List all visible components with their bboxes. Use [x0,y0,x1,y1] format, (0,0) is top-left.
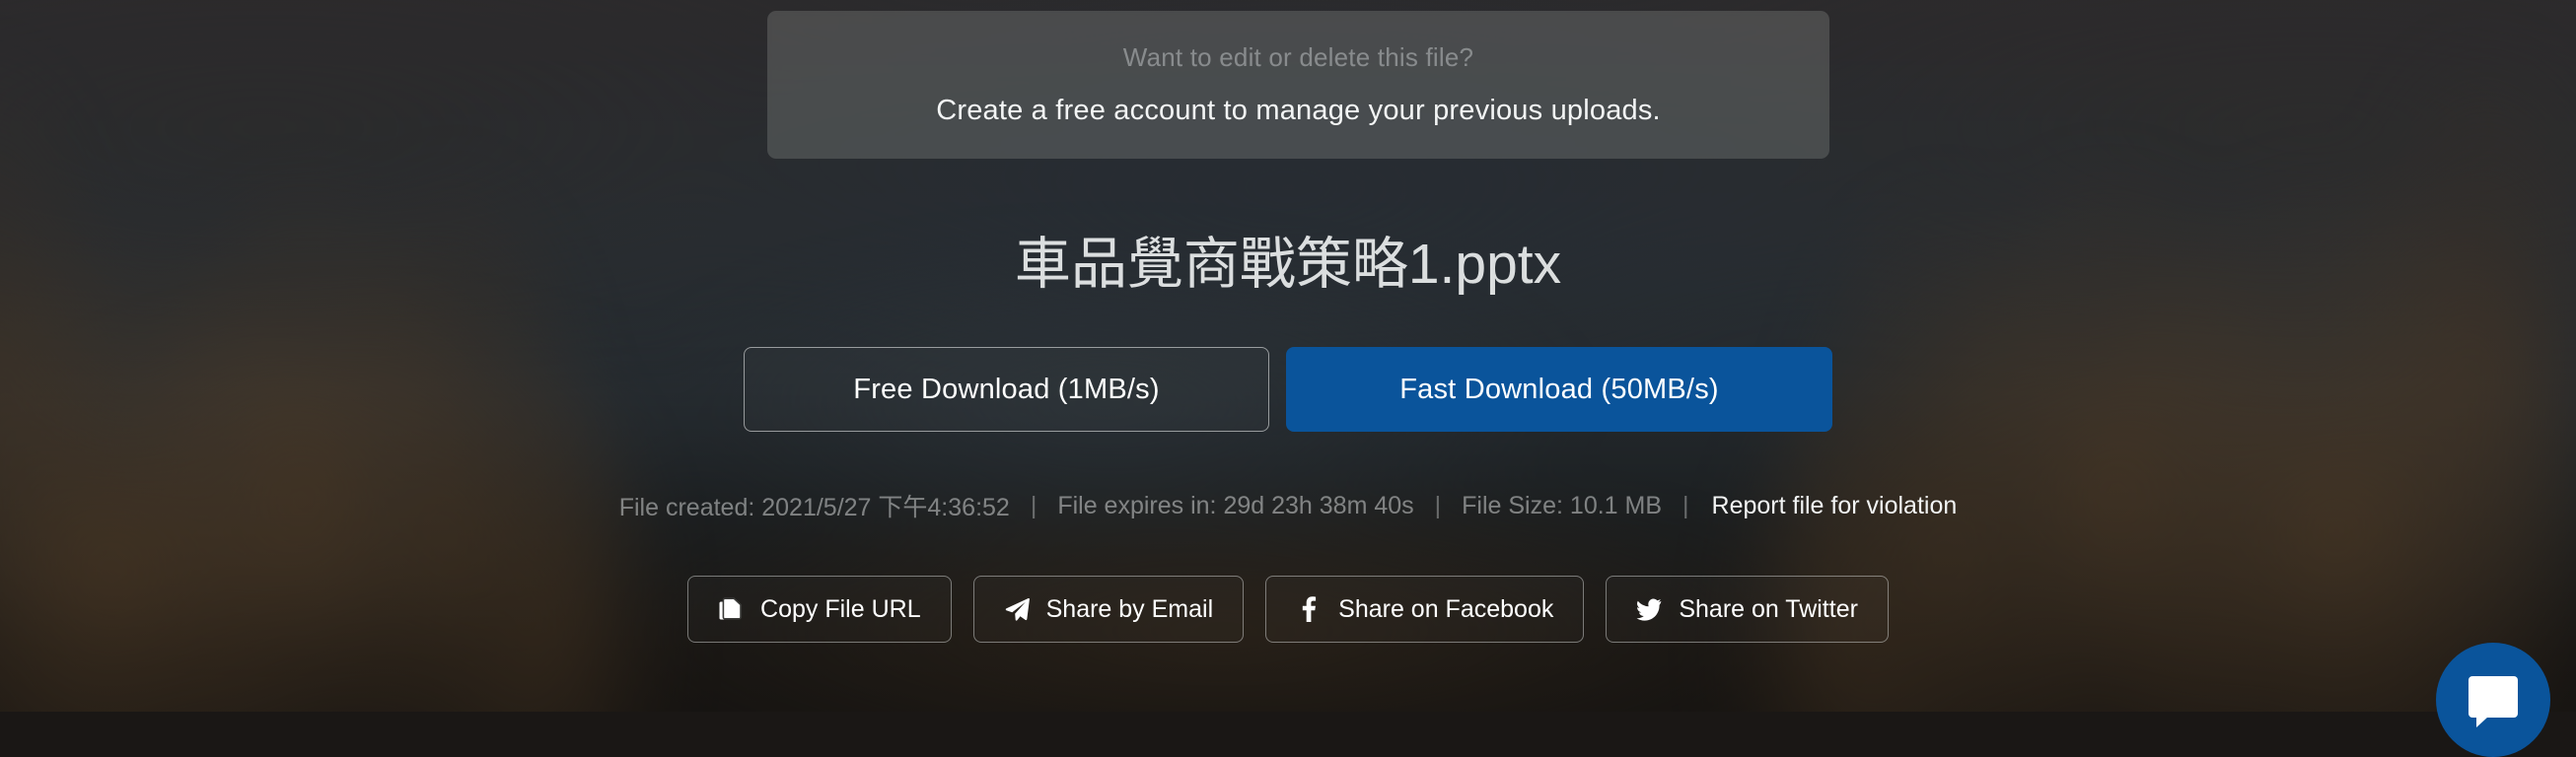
account-promo-banner[interactable]: Want to edit or delete this file? Create… [767,11,1829,159]
file-meta-row: File created: 2021/5/27 下午4:36:52 | File… [0,488,2576,523]
copy-icon [718,595,744,623]
share-on-twitter-button[interactable]: Share on Twitter [1606,576,1889,643]
file-size-text: File Size: 10.1 MB [1462,491,1663,519]
file-name-title: 車品覺商戰策略1.pptx [1014,233,1562,296]
banner-question-text: Want to edit or delete this file? [1122,42,1474,72]
download-button-row: Free Download (1MB/s) Fast Download (50M… [0,347,2576,432]
copy-file-url-label: Copy File URL [760,594,921,623]
meta-separator: | [1682,491,1689,519]
file-created-text: File created: 2021/5/27 下午4:36:52 [618,494,1010,521]
share-button-row: Copy File URL Share by Email Share on Fa… [0,576,2576,643]
copy-file-url-button[interactable]: Copy File URL [687,576,952,643]
report-file-link[interactable]: Report file for violation [1710,492,1958,520]
share-on-twitter-label: Share on Twitter [1679,594,1858,623]
facebook-icon [1296,595,1322,623]
file-expires-text: File expires in: 29d 23h 38m 40s [1057,491,1414,519]
file-download-page: Want to edit or delete this file? Create… [0,0,2576,757]
paper-plane-icon [1004,595,1030,623]
free-download-button[interactable]: Free Download (1MB/s) [744,347,1269,432]
fast-download-button[interactable]: Fast Download (50MB/s) [1286,347,1832,432]
meta-separator: | [1030,491,1038,519]
share-by-email-button[interactable]: Share by Email [972,576,1245,643]
share-on-facebook-label: Share on Facebook [1338,594,1554,623]
meta-separator: | [1434,491,1442,519]
banner-create-account-text[interactable]: Create a free account to manage your pre… [936,95,1661,127]
share-on-facebook-button[interactable]: Share on Facebook [1265,576,1585,643]
twitter-icon [1636,595,1662,623]
share-by-email-label: Share by Email [1045,594,1214,623]
chat-support-button[interactable] [2436,643,2550,757]
